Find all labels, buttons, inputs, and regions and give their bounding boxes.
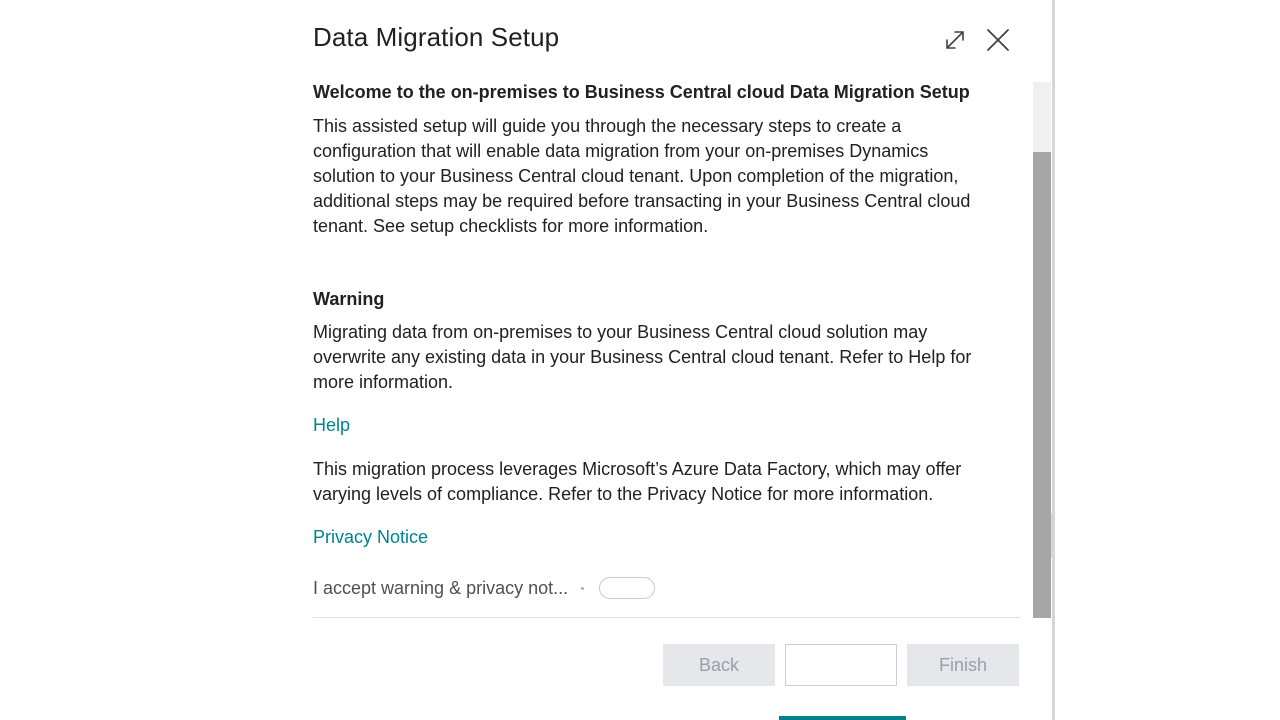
warning-heading: Warning bbox=[313, 289, 385, 309]
warning-line: Migrating data from on-premises to your … bbox=[313, 322, 928, 342]
welcome-line: additional steps may be required before … bbox=[313, 191, 971, 211]
warning-line: overwrite any existing data in your Busi… bbox=[313, 347, 972, 367]
accept-label: I accept warning & privacy not... bbox=[313, 577, 569, 598]
dialog-edge bbox=[1052, 0, 1055, 720]
footer-divider bbox=[313, 617, 1020, 618]
azure-line: This migration process leverages Microso… bbox=[313, 459, 962, 479]
field-separator-dot bbox=[581, 586, 585, 590]
welcome-line: This assisted setup will guide you throu… bbox=[313, 116, 902, 136]
welcome-line: configuration that will enable data migr… bbox=[313, 141, 929, 161]
accept-toggle[interactable] bbox=[599, 577, 656, 599]
close-icon bbox=[987, 29, 1009, 51]
welcome-line: tenant. See setup checklists for more in… bbox=[313, 216, 709, 236]
warning-line: more information. bbox=[313, 372, 454, 392]
back-button[interactable]: Back bbox=[663, 644, 775, 686]
next-button[interactable] bbox=[785, 644, 897, 686]
welcome-heading: Welcome to the on-premises to Business C… bbox=[313, 82, 970, 102]
azure-compliance-text: This migration process leverages Microso… bbox=[313, 457, 961, 507]
background-action-accent bbox=[779, 716, 906, 720]
expand-icon bbox=[946, 31, 964, 49]
warning-text: Migrating data from on-premises to your … bbox=[313, 320, 971, 395]
finish-button[interactable]: Finish bbox=[907, 644, 1019, 686]
expand-button[interactable] bbox=[939, 24, 971, 56]
azure-line: varying levels of compliance. Refer to t… bbox=[313, 484, 934, 504]
close-button[interactable] bbox=[982, 24, 1014, 56]
welcome-text: This assisted setup will guide you throu… bbox=[313, 114, 970, 239]
scrollbar-thumb[interactable] bbox=[1033, 152, 1051, 618]
help-link[interactable]: Help bbox=[313, 413, 350, 438]
welcome-line: solution to your Business Central cloud … bbox=[313, 166, 959, 186]
accept-field: I accept warning & privacy not... bbox=[313, 574, 656, 602]
dialog-title: Data Migration Setup bbox=[313, 22, 560, 52]
page: Data Migration Setup Welcome to the on-p… bbox=[0, 0, 1280, 720]
data-migration-dialog: Data Migration Setup Welcome to the on-p… bbox=[0, 0, 1054, 720]
privacy-notice-link[interactable]: Privacy Notice bbox=[313, 525, 428, 550]
